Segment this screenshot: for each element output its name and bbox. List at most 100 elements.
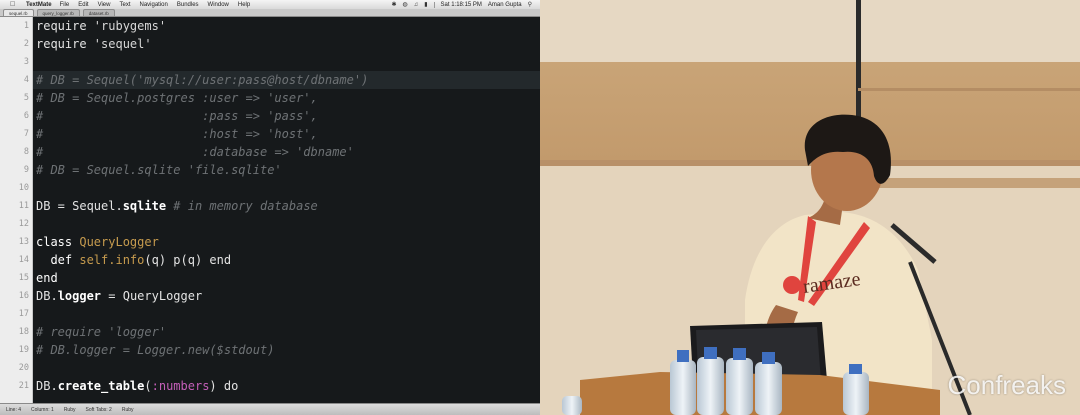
status-language[interactable]: Ruby <box>64 407 76 413</box>
code-line[interactable]: DB = Sequel.sqlite # in memory database <box>33 197 540 215</box>
line-number: 2 <box>23 39 29 49</box>
line-number: 14 <box>18 255 29 265</box>
code-line[interactable]: DB.create_table(:numbers) do <box>33 377 540 395</box>
code-line[interactable]: # DB = Sequel('mysql://user:pass@host/db… <box>33 71 540 89</box>
code-token: 'sequel' <box>93 37 152 51</box>
speaker-video: ramaze Confreaks <box>540 0 1080 415</box>
menubar-clock[interactable]: Sat 1:18:15 PM <box>441 2 482 8</box>
code-token: # :database => 'dbname' <box>36 145 354 159</box>
code-token: # require 'logger' <box>36 325 167 339</box>
tab-dataset[interactable]: dataset.rb <box>82 9 115 16</box>
line-number: 10 <box>18 183 29 193</box>
menubar-status: ✱ ◍ ♫ ▮ Sat 1:18:15 PM Aman Gupta ⚲ <box>391 1 532 8</box>
menu-window[interactable]: Window <box>208 2 229 8</box>
code-token: # DB = Sequel.postgres :user => 'user', <box>36 91 318 105</box>
confreaks-watermark: Confreaks <box>947 370 1067 400</box>
menu-view[interactable]: View <box>98 2 111 8</box>
code-line[interactable] <box>33 179 540 197</box>
menu-navigation[interactable]: Navigation <box>140 2 168 8</box>
code-line[interactable]: def self.info(q) p(q) end <box>33 251 540 269</box>
menu-file[interactable]: File <box>60 2 70 8</box>
code-line[interactable]: # require 'logger' <box>33 323 540 341</box>
mac-menubar:  TextMate File Edit View Text Navigatio… <box>0 0 540 9</box>
code-line[interactable] <box>33 359 540 377</box>
line-number: 13 <box>18 237 29 247</box>
line-number: 18 <box>18 327 29 337</box>
line-number-gutter: 1 2 3 4 5 6 7 8 9 10 11 12 13 14 15 16 17 18 19 20 21 <box>0 17 33 403</box>
code-line[interactable] <box>33 305 540 323</box>
line-number: 11 <box>18 201 29 211</box>
tab-sequel[interactable]: sequel.rb <box>3 9 34 16</box>
code-line[interactable]: class QueryLogger <box>33 233 540 251</box>
code-token: require <box>36 37 94 51</box>
code-token: = QueryLogger <box>101 289 203 303</box>
status-column: Column: 1 <box>31 406 54 413</box>
menu-text[interactable]: Text <box>119 2 130 8</box>
menu-edit[interactable]: Edit <box>78 2 88 8</box>
line-number: 3 <box>23 57 29 67</box>
code-token: logger <box>57 289 102 303</box>
stage-scene <box>540 0 1080 415</box>
menubar-user[interactable]: Aman Gupta <box>488 2 522 8</box>
line-number: 9 <box>23 165 29 175</box>
shirt-logo <box>783 276 801 294</box>
line-number: 17 <box>18 309 29 319</box>
code-editor[interactable]: require 'rubygems' require 'sequel' # DB =… <box>33 17 540 403</box>
code-line[interactable]: # :pass => 'pass', <box>33 107 540 125</box>
code-line[interactable]: require 'rubygems' <box>33 17 540 35</box>
apple-icon[interactable]:  <box>10 1 18 8</box>
volume-icon[interactable]: ♫ <box>414 2 419 8</box>
code-token: end <box>36 271 58 285</box>
code-token: :numbers <box>151 379 210 393</box>
line-number: 12 <box>18 219 29 229</box>
bluetooth-icon[interactable]: ✱ <box>391 1 396 8</box>
status-tabsize[interactable]: Soft Tabs: 2 <box>86 407 112 413</box>
panel-line <box>858 88 1080 91</box>
code-token: 'rubygems' <box>93 19 167 33</box>
code-token: QueryLogger <box>79 235 159 249</box>
line-number: 21 <box>18 381 29 391</box>
code-line[interactable]: # :host => 'host', <box>33 125 540 143</box>
code-line[interactable]: # :database => 'dbname' <box>33 143 540 161</box>
code-token: class <box>36 235 80 249</box>
code-token: # DB = Sequel('mysql://user:pass@host/db… <box>36 73 369 87</box>
code-line[interactable] <box>33 215 540 233</box>
line-number: 1 <box>23 21 29 31</box>
tab-query-logger[interactable]: query_logger.rb <box>36 9 80 16</box>
code-token: ) do <box>209 379 239 393</box>
battery-icon[interactable]: ▮ <box>424 1 427 8</box>
menu-help[interactable]: Help <box>238 2 250 8</box>
code-line[interactable] <box>33 53 540 71</box>
code-line[interactable]: # DB = Sequel.postgres :user => 'user', <box>33 89 540 107</box>
code-token: # DB.logger = Logger.new($stdout) <box>36 343 275 357</box>
code-token: require <box>36 19 94 33</box>
menu-app-name[interactable]: TextMate <box>26 2 52 8</box>
code-line[interactable]: end <box>33 269 540 287</box>
code-token: self.info <box>79 253 145 267</box>
code-token: create_table <box>57 379 145 393</box>
code-token: (q) p(q) end <box>144 253 232 267</box>
line-number: 6 <box>23 111 29 121</box>
code-token: def <box>36 253 80 267</box>
code-line[interactable]: DB.logger = QueryLogger <box>33 287 540 305</box>
status-line: Line: 4 <box>6 406 22 413</box>
status-symbol[interactable]: Ruby <box>122 407 134 413</box>
line-number: 4 <box>23 75 29 85</box>
line-number: 16 <box>18 291 29 301</box>
line-number: 8 <box>23 147 29 157</box>
wifi-icon[interactable]: ◍ <box>402 1 407 8</box>
code-line[interactable]: require 'sequel' <box>33 35 540 53</box>
code-token: # :host => 'host', <box>36 127 318 141</box>
panel-line-lower <box>858 178 1080 188</box>
line-number: 7 <box>23 129 29 139</box>
upper-wall-panel <box>540 0 1080 62</box>
editor-tabbar: sequel.rb query_logger.rb dataset.rb <box>0 9 540 17</box>
code-token: ( <box>144 379 152 393</box>
separator <box>433 1 435 8</box>
code-line[interactable]: # DB.logger = Logger.new($stdout) <box>33 341 540 359</box>
code-token: # DB = Sequel.sqlite 'file.sqlite' <box>36 163 282 177</box>
spotlight-icon[interactable]: ⚲ <box>528 1 532 8</box>
menu-bundles[interactable]: Bundles <box>177 2 199 8</box>
code-line[interactable]: # DB = Sequel.sqlite 'file.sqlite' <box>33 161 540 179</box>
code-token: DB. <box>36 379 58 393</box>
